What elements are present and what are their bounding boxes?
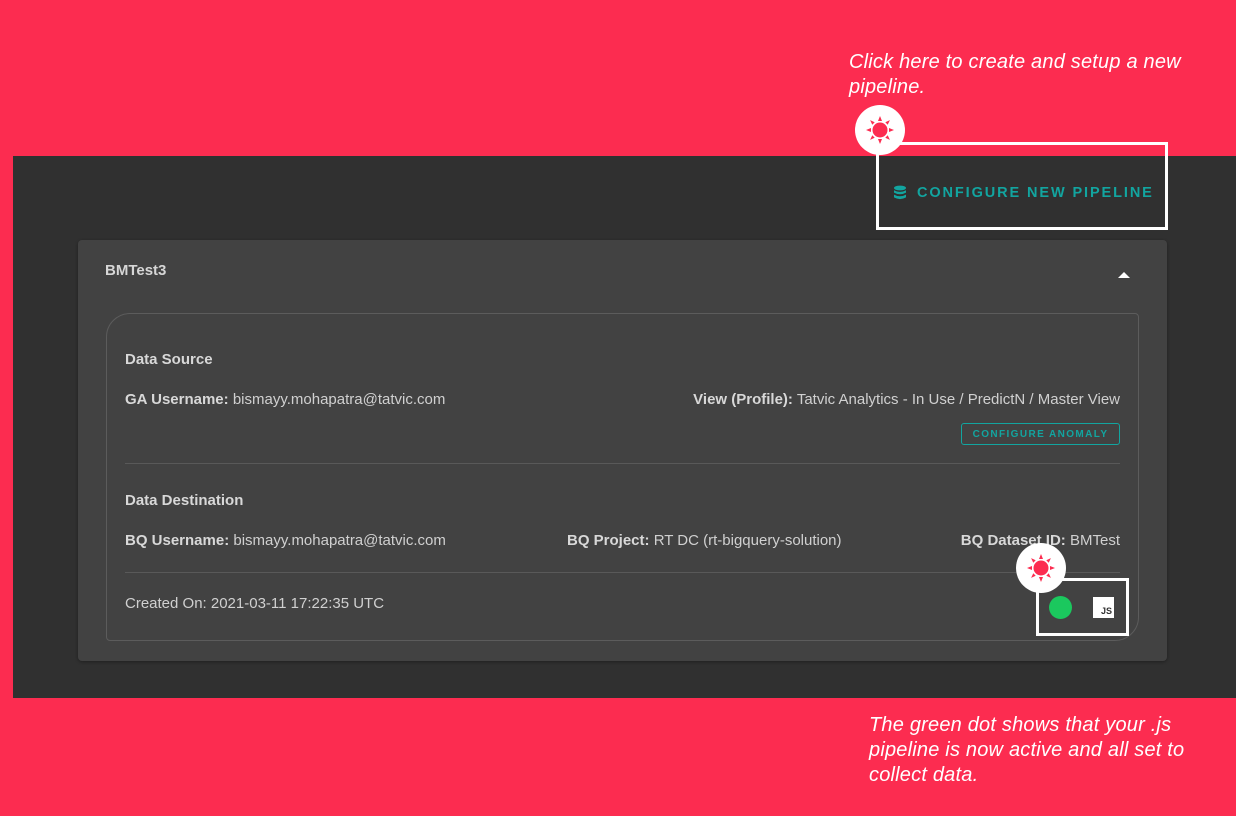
hotspot-icon[interactable] bbox=[855, 105, 905, 155]
section-divider bbox=[125, 572, 1120, 573]
view-profile-label: View (Profile): bbox=[693, 391, 793, 408]
collapse-icon[interactable] bbox=[1118, 272, 1130, 278]
bq-username-label: BQ Username: bbox=[125, 532, 230, 549]
bq-project-value: RT DC (rt-bigquery-solution) bbox=[653, 532, 842, 549]
bq-project: BQ Project: RT DC (rt-bigquery-solution) bbox=[567, 532, 842, 549]
section-divider bbox=[125, 463, 1120, 464]
bq-username-value: bismayy.mohapatra@tatvic.com bbox=[233, 532, 446, 549]
tutorial-annotation-bottom: The green dot shows that your .js pipeli… bbox=[869, 714, 1185, 786]
highlight-box-configure bbox=[876, 142, 1168, 230]
ga-username: GA Username: bismayy.mohapatra@tatvic.co… bbox=[125, 391, 445, 408]
pipeline-card: BMTest3 Data Source GA Username: bismayy… bbox=[78, 240, 1167, 661]
pipeline-name: BMTest3 bbox=[105, 262, 167, 279]
data-source-heading: Data Source bbox=[125, 351, 213, 368]
tutorial-annotation-top: Click here to create and setup a new pip… bbox=[849, 51, 1181, 98]
ga-username-label: GA Username: bbox=[125, 391, 229, 408]
bq-project-label: BQ Project: bbox=[567, 532, 650, 549]
bq-username: BQ Username: bismayy.mohapatra@tatvic.co… bbox=[125, 532, 446, 549]
pipeline-details: Data Source GA Username: bismayy.mohapat… bbox=[106, 313, 1139, 641]
hotspot-icon[interactable] bbox=[1016, 543, 1066, 593]
view-profile: View (Profile): Tatvic Analytics - In Us… bbox=[693, 391, 1120, 408]
bq-dataset-value: BMTest bbox=[1069, 532, 1120, 549]
created-on: Created On: 2021-03-11 17:22:35 UTC bbox=[125, 595, 385, 612]
configure-anomaly-button[interactable]: CONFIGURE ANOMALY bbox=[961, 423, 1120, 445]
view-profile-value: Tatvic Analytics - In Use / PredictN / M… bbox=[796, 391, 1120, 408]
data-destination-heading: Data Destination bbox=[125, 492, 244, 509]
ga-username-value: bismayy.mohapatra@tatvic.com bbox=[232, 391, 446, 408]
